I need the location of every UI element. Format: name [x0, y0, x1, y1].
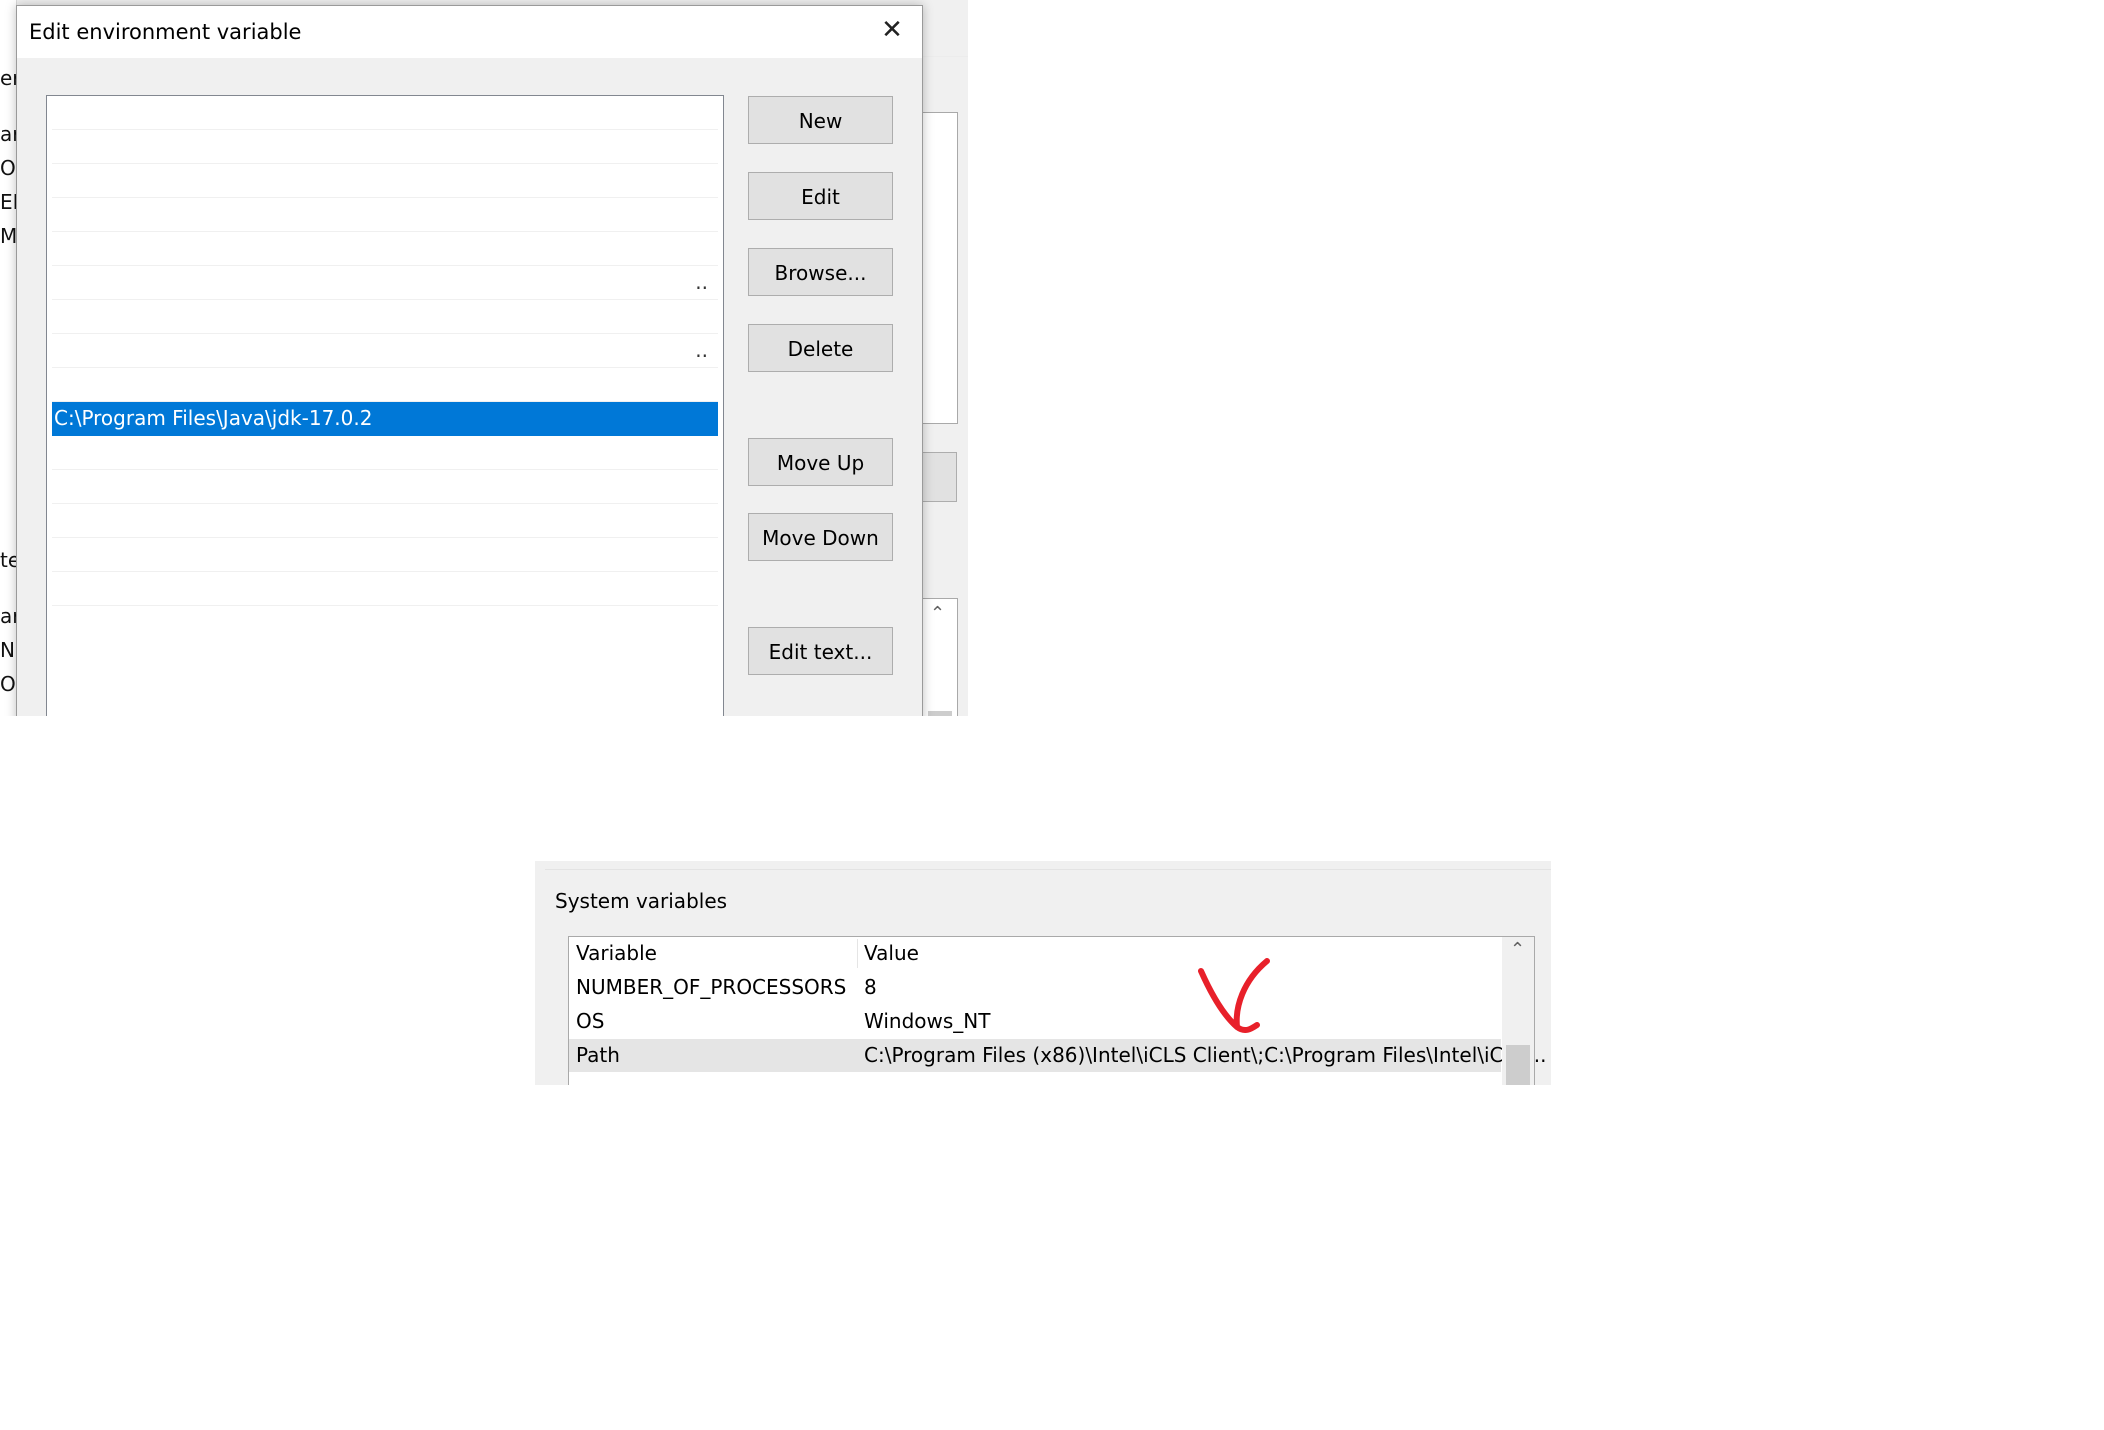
system-variables-table[interactable]: Variable Value NUMBER_OF_PROCESSORS 8 OS…: [568, 936, 1546, 1085]
new-button[interactable]: New: [748, 96, 893, 144]
close-icon[interactable]: ✕: [876, 14, 908, 46]
list-item[interactable]: [52, 130, 718, 164]
system-variables-label: System variables: [555, 889, 728, 913]
divider: [545, 869, 1551, 870]
partial-text: M: [0, 224, 16, 248]
partial-text: te: [0, 548, 16, 572]
vertical-scrollbar[interactable]: ⌃: [1502, 937, 1534, 1085]
title-bar: Edit environment variable ✕: [17, 6, 922, 58]
partial-text: EN: [0, 190, 16, 214]
red-checkmark-icon: [1198, 958, 1270, 1034]
variable-value: 8: [864, 975, 877, 999]
list-item[interactable]: [52, 198, 718, 232]
partial-text: OS: [0, 672, 16, 696]
list-item[interactable]: [52, 232, 718, 266]
background-panel: [920, 16, 968, 57]
partial-text: ar: [0, 122, 16, 146]
list-item[interactable]: [52, 538, 718, 572]
bottom-screenshot: System variables Variable Value NUMBER_O…: [535, 861, 1551, 1085]
list-item-selected[interactable]: C:\Program Files\Java\jdk-17.0.2: [52, 402, 718, 436]
partial-text: ar: [0, 604, 16, 628]
scrollbar-thumb[interactable]: [928, 711, 952, 716]
table-header: Variable Value: [569, 937, 1501, 970]
move-up-button[interactable]: Move Up: [748, 438, 893, 486]
edit-environment-variable-dialog: Edit environment variable ✕ .. .. C:\Pro…: [16, 5, 923, 716]
top-screenshot: er ar On EN M te ar NU OS ⌃ Edit environ…: [0, 0, 968, 716]
list-item[interactable]: [52, 572, 718, 606]
list-item[interactable]: ..: [52, 266, 718, 300]
move-down-button[interactable]: Move Down: [748, 513, 893, 561]
path-entries-list[interactable]: .. .. C:\Program Files\Java\jdk-17.0.2: [46, 95, 724, 716]
dialog-title: Edit environment variable: [29, 20, 302, 44]
background-list: [920, 112, 958, 424]
partial-text: er: [0, 66, 16, 90]
list-item[interactable]: [52, 470, 718, 504]
edit-text-button[interactable]: Edit text...: [748, 627, 893, 675]
column-divider[interactable]: [857, 939, 858, 968]
list-item[interactable]: [52, 96, 718, 130]
list-item[interactable]: ..: [52, 334, 718, 368]
background-left-strip: er ar On EN M te ar NU OS: [0, 0, 17, 716]
delete-button[interactable]: Delete: [748, 324, 893, 372]
browse-button[interactable]: Browse...: [748, 248, 893, 296]
column-header-value[interactable]: Value: [864, 937, 919, 970]
list-item[interactable]: [52, 164, 718, 198]
scrollbar-thumb[interactable]: [1506, 1045, 1530, 1085]
variable-name: NUMBER_OF_PROCESSORS: [576, 975, 847, 999]
variable-value: Windows_NT: [864, 1009, 991, 1033]
table-row[interactable]: OS Windows_NT: [569, 1005, 1501, 1038]
chevron-up-icon[interactable]: ⌃: [930, 603, 945, 624]
variable-name: Path: [576, 1043, 620, 1067]
list-item[interactable]: [52, 504, 718, 538]
variable-value: C:\Program Files (x86)\Intel\iCLS Client…: [864, 1043, 1547, 1067]
edit-button[interactable]: Edit: [748, 172, 893, 220]
table-row-path[interactable]: Path C:\Program Files (x86)\Intel\iCLS C…: [569, 1039, 1546, 1072]
background-button[interactable]: [920, 452, 957, 502]
column-header-variable[interactable]: Variable: [576, 937, 657, 970]
background-list-2: ⌃: [920, 598, 958, 716]
partial-text: On: [0, 156, 16, 180]
table-row[interactable]: NUMBER_OF_PROCESSORS 8: [569, 971, 1501, 1004]
list-item[interactable]: [52, 436, 718, 470]
variable-name: OS: [576, 1009, 605, 1033]
list-item[interactable]: [52, 368, 718, 402]
partial-text: NU: [0, 638, 16, 662]
list-item[interactable]: [52, 300, 718, 334]
chevron-up-icon[interactable]: ⌃: [1510, 939, 1525, 960]
